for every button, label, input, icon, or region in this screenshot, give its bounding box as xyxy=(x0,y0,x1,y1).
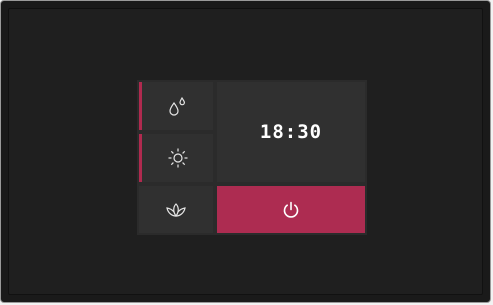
control-panel: 18:30 xyxy=(137,80,367,235)
device-frame: 18:30 xyxy=(0,0,491,303)
power-icon xyxy=(281,200,301,220)
clock-display: 18:30 xyxy=(217,82,365,182)
time-text: 18:30 xyxy=(259,121,323,143)
sun-mode-button[interactable] xyxy=(139,134,213,182)
leaf-mode-button[interactable] xyxy=(139,186,213,233)
water-mode-button[interactable] xyxy=(139,82,213,130)
lotus-leaf-icon xyxy=(164,201,188,219)
power-button[interactable] xyxy=(217,186,365,233)
water-drops-icon xyxy=(167,95,189,117)
sun-icon xyxy=(167,147,189,169)
